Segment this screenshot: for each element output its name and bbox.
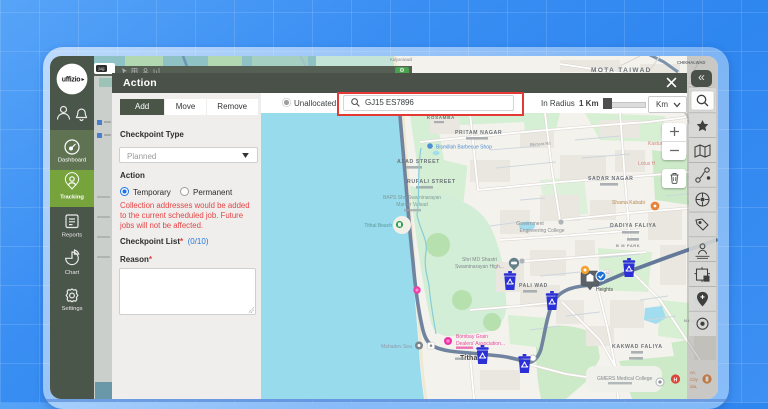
svg-text:Government: Government <box>516 221 544 227</box>
svg-text:Kalyaniwadi: Kalyaniwadi <box>390 57 412 62</box>
svg-text:Shama Kababi: Shama Kababi <box>612 200 645 206</box>
svg-text:uffizio: uffizio <box>62 77 81 84</box>
svg-text:KAKWAD FALIYA: KAKWAD FALIYA <box>612 344 663 350</box>
svg-text:62: 62 <box>606 270 611 275</box>
svg-text:Dashboard: Dashboard <box>58 158 86 164</box>
svg-text:Tithal Beach: Tithal Beach <box>364 223 392 229</box>
svg-text:H: H <box>674 377 678 383</box>
svg-text:Lotus H: Lotus H <box>638 161 656 167</box>
svg-text:AZAD STREET: AZAD STREET <box>397 159 440 165</box>
svg-text:Shri MD Shastri: Shri MD Shastri <box>462 257 497 263</box>
svg-text:DADIYA FALIYA: DADIYA FALIYA <box>610 223 656 229</box>
svg-text:Bismillah Barbecue Shop: Bismillah Barbecue Shop <box>436 145 492 151</box>
svg-text:Mahadev Sea: Mahadev Sea <box>381 344 412 350</box>
svg-text:GMERS Medical College: GMERS Medical College <box>597 376 653 382</box>
svg-text:SADAR NAGAR: SADAR NAGAR <box>588 176 634 182</box>
svg-text:PRITAM NAGAR: PRITAM NAGAR <box>455 130 502 136</box>
svg-text:RUPALI STREET: RUPALI STREET <box>407 179 456 185</box>
svg-text:BAPS Shri Swaminarayan: BAPS Shri Swaminarayan <box>383 195 441 201</box>
svg-text:Engineering College: Engineering College <box>519 228 564 234</box>
svg-text:Reports: Reports <box>62 233 82 239</box>
svg-text:Heights: Heights <box>596 287 613 293</box>
svg-text:Tracking: Tracking <box>60 195 84 201</box>
svg-text:Settings: Settings <box>62 306 83 312</box>
svg-text:PALI WAD: PALI WAD <box>519 283 548 289</box>
svg-text:Chart: Chart <box>65 270 80 276</box>
svg-text:Swaminarayan High...: Swaminarayan High... <box>455 264 504 270</box>
svg-text:Mandir Valsad: Mandir Valsad <box>396 202 428 208</box>
svg-text:KOSAMBA: KOSAMBA <box>427 115 455 120</box>
svg-text:B M PARK: B M PARK <box>616 243 640 248</box>
svg-text:Bombay Grain: Bombay Grain <box>456 334 488 340</box>
